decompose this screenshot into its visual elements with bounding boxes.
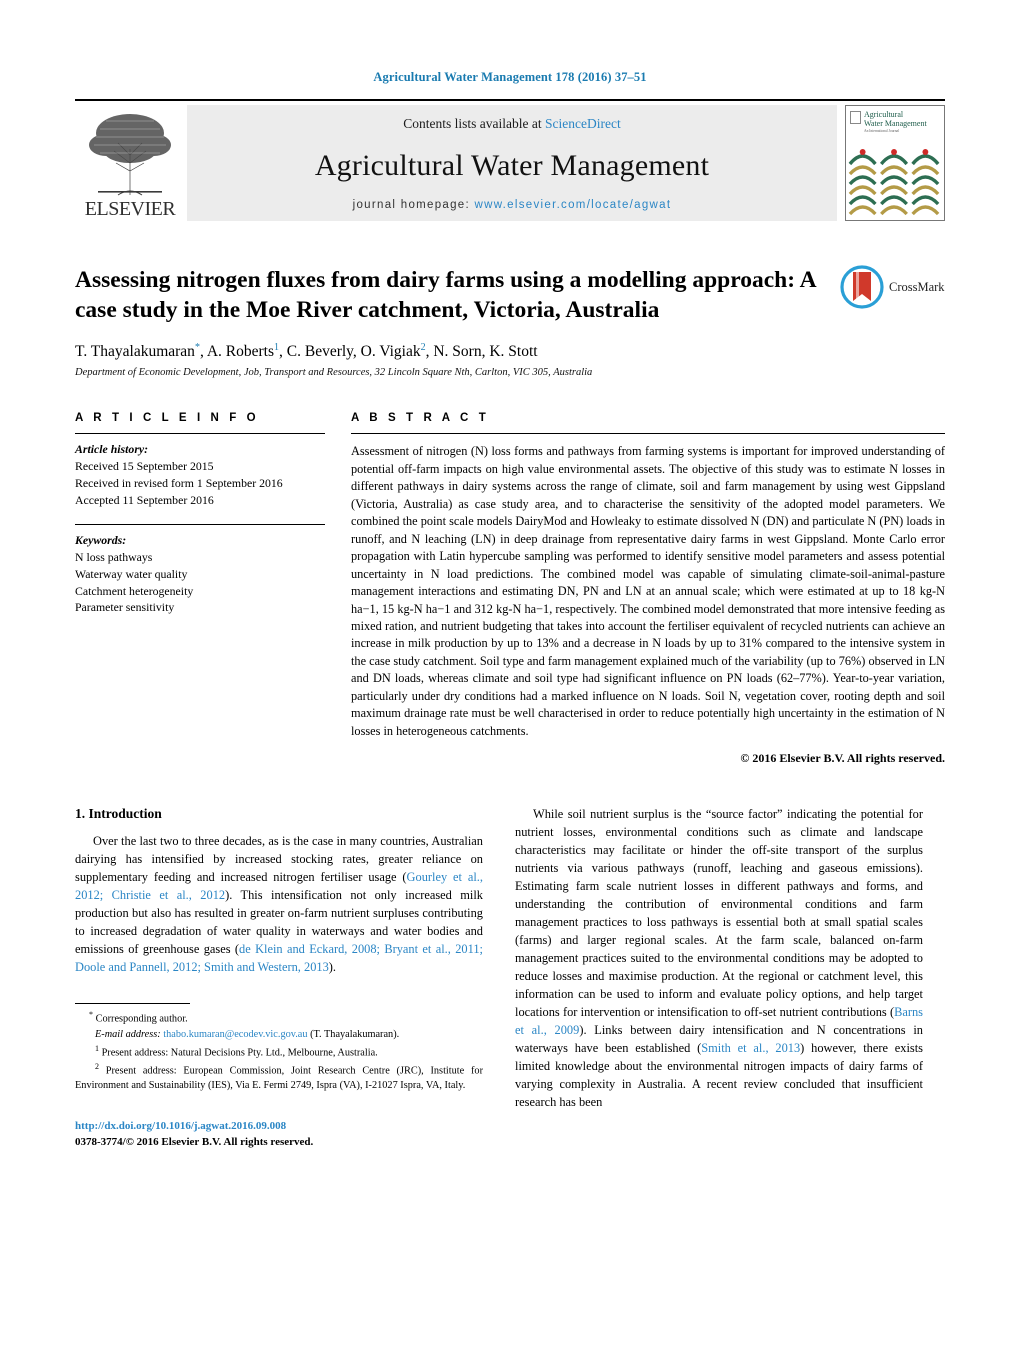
- crossmark-icon: [840, 265, 884, 309]
- footnotes-block: * Corresponding author. E-mail address: …: [75, 1003, 483, 1093]
- journal-banner: Contents lists available at ScienceDirec…: [187, 105, 837, 221]
- doi-link[interactable]: http://dx.doi.org/10.1016/j.agwat.2016.0…: [75, 1120, 286, 1132]
- left-column: 1. Introduction Over the last two to thr…: [75, 806, 483, 1151]
- footnote-email: E-mail address: thabo.kumaran@ecodev.vic…: [75, 1028, 483, 1042]
- article-info-column: A R T I C L E I N F O Article history: R…: [75, 412, 325, 766]
- footnote-marker: 1: [95, 1043, 99, 1053]
- email-label: E-mail address:: [95, 1028, 161, 1040]
- footnote-2: 2 Present address: European Commission, …: [75, 1061, 483, 1093]
- cover-subtitle: An International Journal: [864, 128, 900, 133]
- email-link[interactable]: thabo.kumaran@ecodev.vic.gov.au: [163, 1029, 307, 1040]
- abstract-copyright: © 2016 Elsevier B.V. All rights reserved…: [740, 751, 945, 766]
- footnote-text: Present address: Natural Decisions Pty. …: [101, 1047, 378, 1059]
- sciencedirect-link[interactable]: ScienceDirect: [545, 116, 621, 131]
- article-history: Article history: Received 15 September 2…: [75, 434, 325, 508]
- email-attribution: (T. Thayalakumaran).: [310, 1028, 400, 1040]
- intro-paragraph-right: While soil nutrient surplus is the “sour…: [515, 806, 923, 1112]
- author-4: O. Vigiak2: [360, 342, 426, 361]
- cover-publisher-icon: [850, 111, 861, 124]
- author-list: T. Thayalakumaran*, A. Roberts1, C. Beve…: [75, 342, 538, 361]
- author-1: T. Thayalakumaran*: [75, 342, 200, 361]
- footnote-marker: 2: [95, 1062, 99, 1072]
- history-item: Accepted 11 September 2016: [75, 492, 214, 507]
- article-info-heading: A R T I C L E I N F O: [75, 412, 260, 425]
- keyword-item: Catchment heterogeneity: [75, 583, 194, 598]
- keyword-item: Waterway water quality: [75, 566, 188, 581]
- issn-line: 0378-3774/© 2016 Elsevier B.V. All right…: [75, 1136, 314, 1149]
- footnote-text: Present address: European Commission, Jo…: [75, 1065, 484, 1092]
- homepage-link[interactable]: www.elsevier.com/locate/agwat: [475, 199, 672, 211]
- contents-line: Contents lists available at ScienceDirec…: [403, 116, 620, 132]
- paper-page: Agricultural Water Management 178 (2016)…: [0, 0, 1020, 1351]
- intro-paragraph-left: Over the last two to three decades, as i…: [75, 833, 483, 977]
- elsevier-wordmark: ELSEVIER: [84, 198, 176, 220]
- footnote-marker: *: [89, 1010, 93, 1020]
- history-item: Received 15 September 2015: [75, 459, 214, 474]
- cover-artwork: [848, 149, 940, 216]
- abstract-text: Assessment of nitrogen (N) loss forms an…: [351, 444, 945, 738]
- keywords-label: Keywords:: [75, 533, 127, 548]
- journal-cover-thumbnail: Agricultural Water Management An Interna…: [845, 105, 945, 221]
- journal-homepage: journal homepage: www.elsevier.com/locat…: [353, 199, 672, 211]
- citation-link[interactable]: Smith et al., 2013: [701, 1041, 800, 1055]
- footnote-text: Corresponding author.: [95, 1013, 188, 1025]
- contents-prefix: Contents lists available at: [403, 116, 542, 131]
- footnote-1: 1 Present address: Natural Decisions Pty…: [75, 1043, 483, 1061]
- affiliation: Department of Economic Development, Job,…: [75, 367, 593, 379]
- history-label: Article history:: [75, 442, 149, 457]
- journal-masthead: ELSEVIER Contents lists available at Sci…: [75, 99, 945, 221]
- right-column: While soil nutrient surplus is the “sour…: [515, 806, 923, 1151]
- footnote-corresponding: * Corresponding author.: [75, 1009, 483, 1027]
- homepage-label: journal homepage:: [352, 199, 470, 211]
- publication-footer: http://dx.doi.org/10.1016/j.agwat.2016.0…: [75, 1119, 483, 1151]
- author-5: N. Sorn: [433, 343, 482, 361]
- running-head: Agricultural Water Management 178 (2016)…: [373, 70, 647, 84]
- author-3: C. Beverly: [286, 343, 353, 361]
- cover-title-line2: Water Management: [864, 118, 927, 128]
- abstract-column: A B S T R A C T Assessment of nitrogen (…: [351, 412, 945, 766]
- keyword-item: Parameter sensitivity: [75, 600, 175, 615]
- crossmark-badge[interactable]: CrossMark: [840, 263, 945, 311]
- keyword-item: N loss pathways: [75, 550, 153, 565]
- title-block: CrossMark Assessing nitrogen fluxes from…: [75, 265, 945, 378]
- elsevier-tree-icon: [89, 114, 171, 196]
- text-run: ).: [328, 960, 337, 975]
- author-6: K. Stott: [489, 343, 538, 361]
- keywords-block: Keywords: N loss pathways Waterway water…: [75, 525, 325, 616]
- history-item: Received in revised form 1 September 201…: [75, 475, 283, 490]
- journal-title: Agricultural Water Management: [314, 148, 710, 182]
- section-heading-introduction: 1. Introduction: [75, 806, 162, 822]
- footnote-divider: [75, 1003, 190, 1005]
- page-title: Assessing nitrogen fluxes from dairy far…: [75, 267, 816, 324]
- abstract-heading: A B S T R A C T: [351, 412, 490, 425]
- text-run: While soil nutrient surplus is the “sour…: [515, 807, 923, 1019]
- author-2: A. Roberts1: [206, 342, 280, 361]
- body-columns: 1. Introduction Over the last two to thr…: [75, 806, 945, 1151]
- elsevier-logo: ELSEVIER: [75, 105, 185, 221]
- crossmark-label: CrossMark: [889, 279, 945, 294]
- info-abstract-row: A R T I C L E I N F O Article history: R…: [75, 412, 945, 766]
